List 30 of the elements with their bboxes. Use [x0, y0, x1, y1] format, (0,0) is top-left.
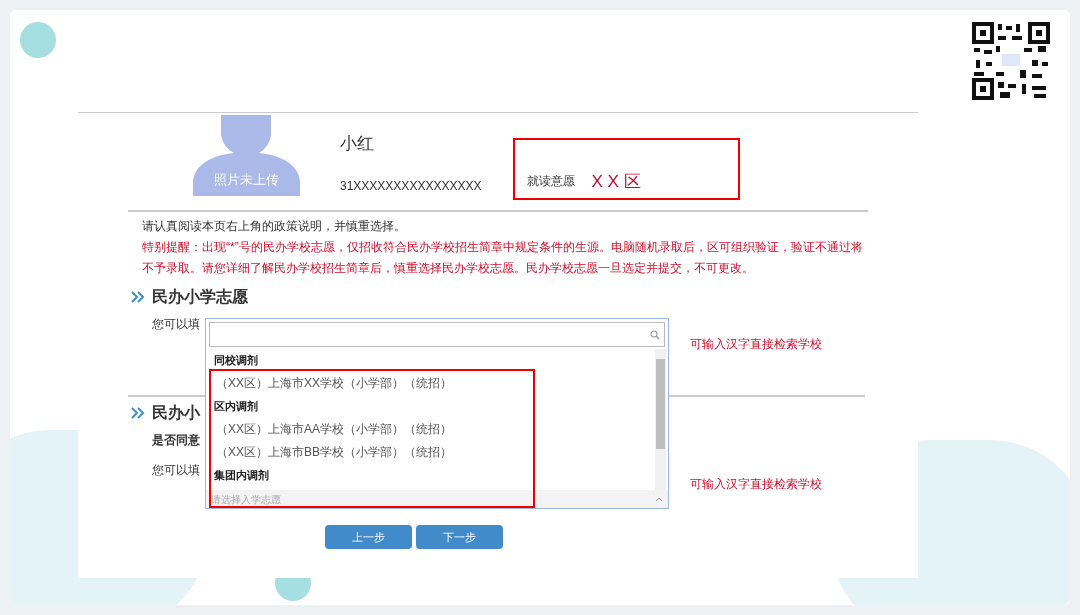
- dropdown-option[interactable]: （XX区）上海市XX学校（小学部）（统招）: [214, 372, 452, 395]
- section-heading: 民办小: [152, 403, 200, 423]
- hint-text: 可输入汉字直接检索学校: [690, 476, 822, 493]
- photo-label: 照片未上传: [213, 171, 280, 189]
- section-heading: 民办小学志愿: [152, 287, 248, 307]
- description-text: 您可以填: [152, 462, 200, 479]
- warning-text: 特别提醒：出现“*”号的民办学校志愿，仅招收符合民办学校招生简章中规定条件的生源。电脑随机录取后，区可组织验证，验证不通过将不予录取。请您详细了解民办学校招生简章后，慎重选择民办学校志愿。民办学校志愿一旦选定并提交，不可更改。: [142, 239, 864, 277]
- caret-icon: [655, 496, 663, 502]
- dropdown-option[interactable]: （XX区）上海市AA学校（小学部）（统招）: [214, 418, 452, 441]
- qr-code-icon: [972, 22, 1050, 100]
- description-text: 是否同意: [152, 432, 200, 449]
- double-chevron-icon: [130, 291, 146, 303]
- id-number: 31XXXXXXXXXXXXXXXX: [340, 177, 482, 195]
- search-field[interactable]: [209, 322, 665, 347]
- student-name: 小红: [340, 133, 375, 155]
- dropdown-option[interactable]: （XX区）上海市BB学校（小学部）（统招）: [214, 441, 452, 464]
- next-button[interactable]: 下一步: [416, 525, 503, 549]
- hint-text: 可输入汉字直接检索学校: [690, 336, 822, 353]
- description-text: 您可以填: [152, 316, 200, 333]
- group-label: 区内调剂: [214, 399, 259, 414]
- previous-button[interactable]: 上一步: [325, 525, 412, 549]
- group-label: 集团内调剂: [214, 468, 270, 483]
- notice-text: 请认真阅读本页右上角的政策说明，并慎重选择。: [142, 218, 407, 235]
- scrollbar[interactable]: [655, 349, 666, 490]
- group-label: 同校调剂: [214, 353, 259, 368]
- preference-value: X X 区: [591, 173, 641, 190]
- person-silhouette-icon: [193, 115, 300, 196]
- preference-label: 就读意愿: [527, 173, 576, 190]
- double-chevron-icon: [130, 407, 146, 419]
- search-icon: [650, 329, 660, 340]
